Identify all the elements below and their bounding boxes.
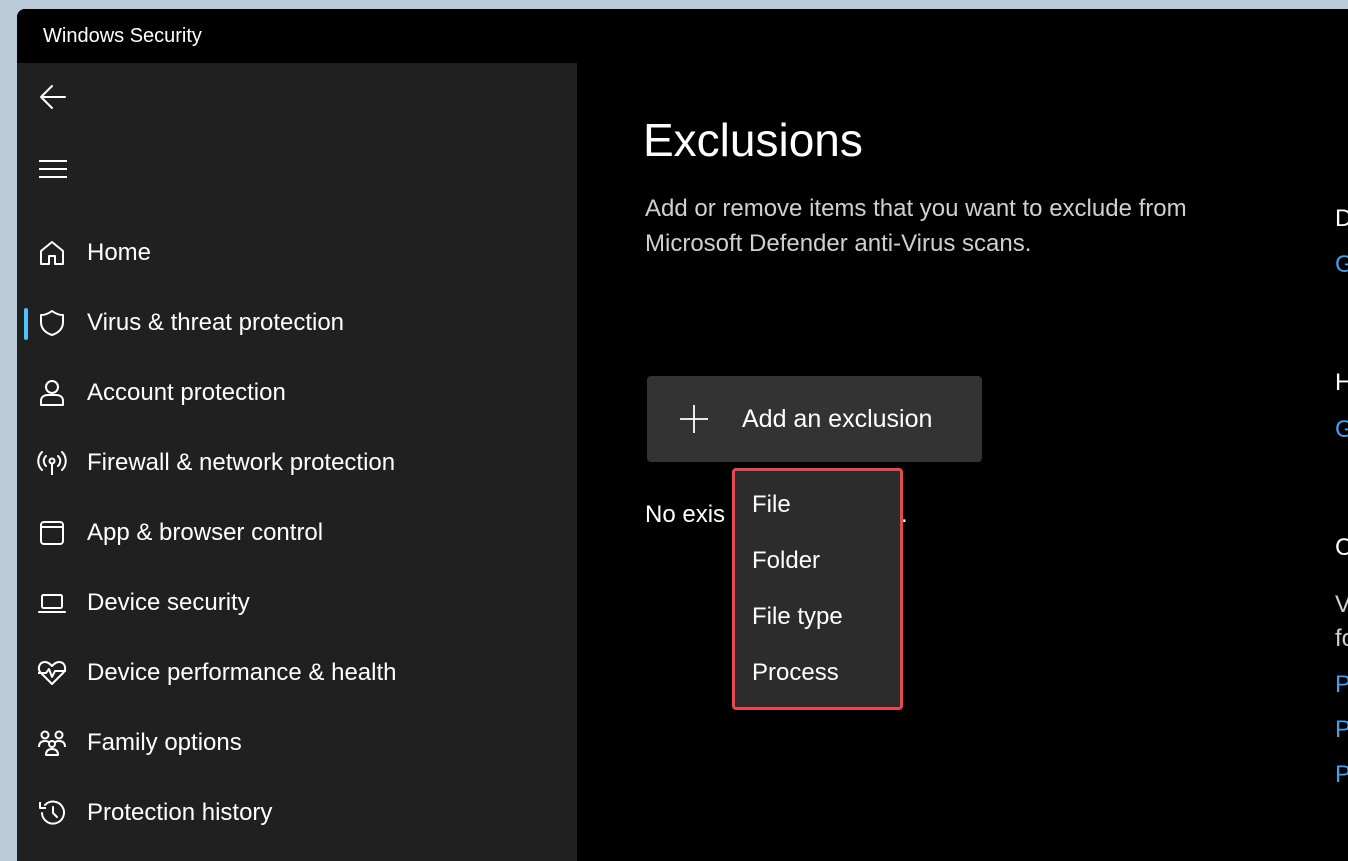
back-arrow-icon [40,85,66,109]
sidebar-item-device-security[interactable]: Device security [17,568,577,638]
dropdown-item-folder[interactable]: Folder [735,533,900,589]
right-panel-heading: H [1335,369,1348,396]
sidebar-nav: Home Virus & threat protection Account p… [17,218,577,848]
page-description: Add or remove items that you want to exc… [645,195,1187,257]
right-panel-text: V [1335,591,1348,618]
sidebar-item-label: Device performance & health [87,659,397,686]
title-bar: Windows Security [17,9,1348,63]
back-button[interactable] [31,75,75,119]
history-icon [37,798,67,828]
sidebar: Home Virus & threat protection Account p… [17,63,577,861]
laptop-icon [37,588,67,618]
add-exclusion-button[interactable]: Add an exclusion [647,376,982,462]
right-panel-link[interactable]: G [1335,251,1348,279]
sidebar-item-label: Firewall & network protection [87,449,396,476]
add-exclusion-label: Add an exclusion [742,404,933,433]
sidebar-item-label: Account protection [87,379,286,406]
windows-security-window: Windows Security Home Virus & threat pro… [17,9,1348,861]
right-panel-link[interactable]: P [1335,716,1348,744]
page-title: Exclusions [643,114,863,166]
right-panel-heading: C [1335,534,1348,561]
sidebar-item-account-protection[interactable]: Account protection [17,358,577,428]
hamburger-menu-button[interactable] [31,147,75,191]
sidebar-item-home[interactable]: Home [17,218,577,288]
right-side-panel: D G H G C V fo P P P [1335,63,1348,861]
app-window-icon [37,518,67,548]
home-icon [37,238,67,268]
right-panel-link[interactable]: P [1335,761,1348,789]
sidebar-item-label: Family options [87,729,242,756]
right-panel-heading: D [1335,205,1348,232]
sidebar-item-firewall[interactable]: Firewall & network protection [17,428,577,498]
right-panel-link[interactable]: P [1335,671,1348,699]
right-panel-link[interactable]: G [1335,416,1348,444]
right-panel-text: fo [1335,625,1348,652]
no-exclusions-text-visible: No exis [645,501,726,528]
sidebar-item-label: Home [87,239,152,266]
sidebar-item-protection-history[interactable]: Protection history [17,778,577,848]
active-indicator [24,308,28,340]
dropdown-item-file[interactable]: File [735,477,900,533]
sidebar-item-label: Protection history [87,799,273,826]
dropdown-item-file-type[interactable]: File type [735,589,900,645]
sidebar-item-virus-threat-protection[interactable]: Virus & threat protection [17,288,577,358]
family-icon [37,728,67,758]
exclusion-type-dropdown: File Folder File type Process [732,468,903,710]
no-exclusions-text: No exis. [645,501,908,529]
shield-icon [37,308,67,338]
heart-pulse-icon [37,658,67,688]
dropdown-item-process[interactable]: Process [735,645,900,701]
antenna-icon [37,448,67,478]
hamburger-menu-icon [39,160,67,178]
plus-icon [680,405,708,433]
person-icon [37,378,67,408]
sidebar-item-family-options[interactable]: Family options [17,708,577,778]
window-title: Windows Security [43,25,202,47]
sidebar-item-label: Virus & threat protection [87,309,345,336]
sidebar-item-label: Device security [87,589,250,616]
sidebar-item-app-browser-control[interactable]: App & browser control [17,498,577,568]
sidebar-item-label: App & browser control [87,519,324,546]
main-content: Exclusions Add or remove items that you … [577,63,1348,861]
sidebar-item-device-performance[interactable]: Device performance & health [17,638,577,708]
